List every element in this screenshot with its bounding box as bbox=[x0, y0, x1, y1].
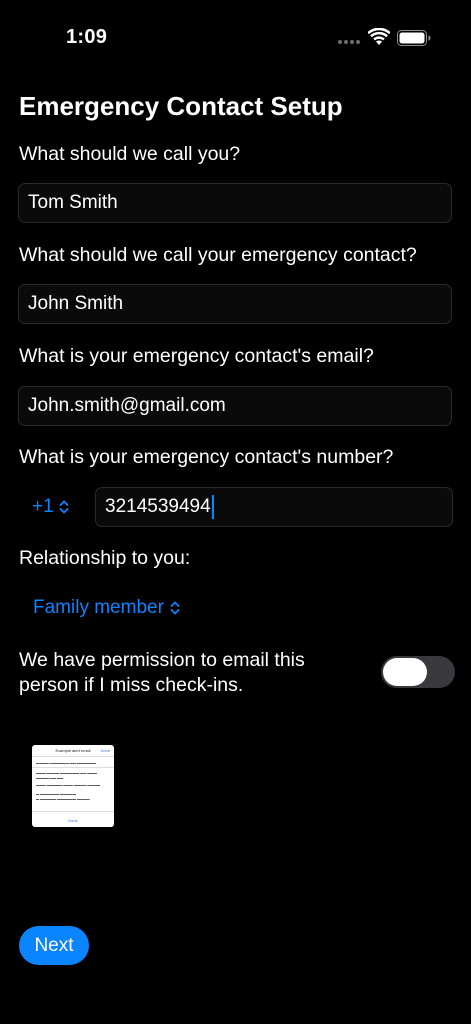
permission-label: We have permission to email this person … bbox=[19, 649, 305, 696]
relationship-picker[interactable]: Family member bbox=[33, 597, 180, 619]
page-title: Emergency Contact Setup bbox=[19, 91, 343, 121]
contact-name-field[interactable]: John Smith bbox=[18, 284, 452, 324]
your-name-field[interactable]: Tom Smith bbox=[18, 183, 452, 223]
contact-number-value: 3214539494 bbox=[105, 496, 211, 517]
chevron-up-down-icon bbox=[170, 601, 180, 615]
next-button[interactable]: Next bbox=[19, 926, 89, 965]
your-name-label: What should we call you? bbox=[19, 143, 241, 165]
contact-number-field[interactable]: 3214539494 bbox=[95, 487, 453, 527]
battery-icon bbox=[397, 30, 431, 46]
relationship-value: Family member bbox=[33, 597, 164, 618]
email-line: ▬▬▬▬ ▬▬ ▬▬ bbox=[36, 776, 64, 780]
country-code-picker[interactable]: +1 bbox=[32, 496, 69, 518]
relationship-label: Relationship to you: bbox=[19, 547, 191, 569]
email-line: ▬▬▬ ▬▬▬▬ ▬▬▬▬▬▬ ▬▬ ▬▬▬ bbox=[36, 771, 97, 775]
email-line: ▬▬▬▬ ▬▬▬▬▬▬ ▬▬ ▬▬▬▬▬▬ bbox=[36, 761, 97, 765]
example-email-done-top: Done bbox=[100, 748, 110, 753]
signal-dots-icon bbox=[338, 40, 362, 44]
wifi-icon bbox=[368, 28, 390, 45]
contact-name-label: What should we call your emergency conta… bbox=[19, 244, 417, 266]
toggle-knob bbox=[383, 658, 427, 686]
divider bbox=[32, 767, 114, 768]
permission-toggle[interactable] bbox=[381, 656, 455, 688]
emergency-contact-screen: 1:09 Emergency Contact Setup What should… bbox=[0, 0, 471, 1024]
email-line: ▬▬▬ ▬▬▬▬▬ ▬▬▬ ▬▬▬▬ ▬▬▬▬ bbox=[36, 783, 101, 787]
status-time: 1:09 bbox=[66, 26, 108, 48]
divider bbox=[32, 811, 114, 812]
contact-email-field[interactable]: John.smith@gmail.com bbox=[18, 386, 452, 426]
text-cursor bbox=[211, 494, 214, 519]
country-code-value: +1 bbox=[32, 496, 54, 517]
chevron-up-down-icon bbox=[59, 500, 69, 514]
example-email-thumbnail[interactable]: Example alert email Done ▬▬▬▬ ▬▬▬▬▬▬ ▬▬ … bbox=[32, 745, 114, 827]
contact-email-label: What is your emergency contact's email? bbox=[19, 345, 374, 367]
contact-number-label: What is your emergency contact's number? bbox=[19, 446, 394, 468]
email-line: ▬ ▬▬▬▬▬▬ ▬▬▬▬▬ bbox=[36, 792, 77, 796]
divider bbox=[32, 756, 114, 757]
email-line: ▬ ▬▬▬▬▬ ▬▬▬▬▬▬ ▬▬▬▬ bbox=[36, 797, 90, 801]
example-email-done-bottom: Done bbox=[68, 818, 78, 823]
